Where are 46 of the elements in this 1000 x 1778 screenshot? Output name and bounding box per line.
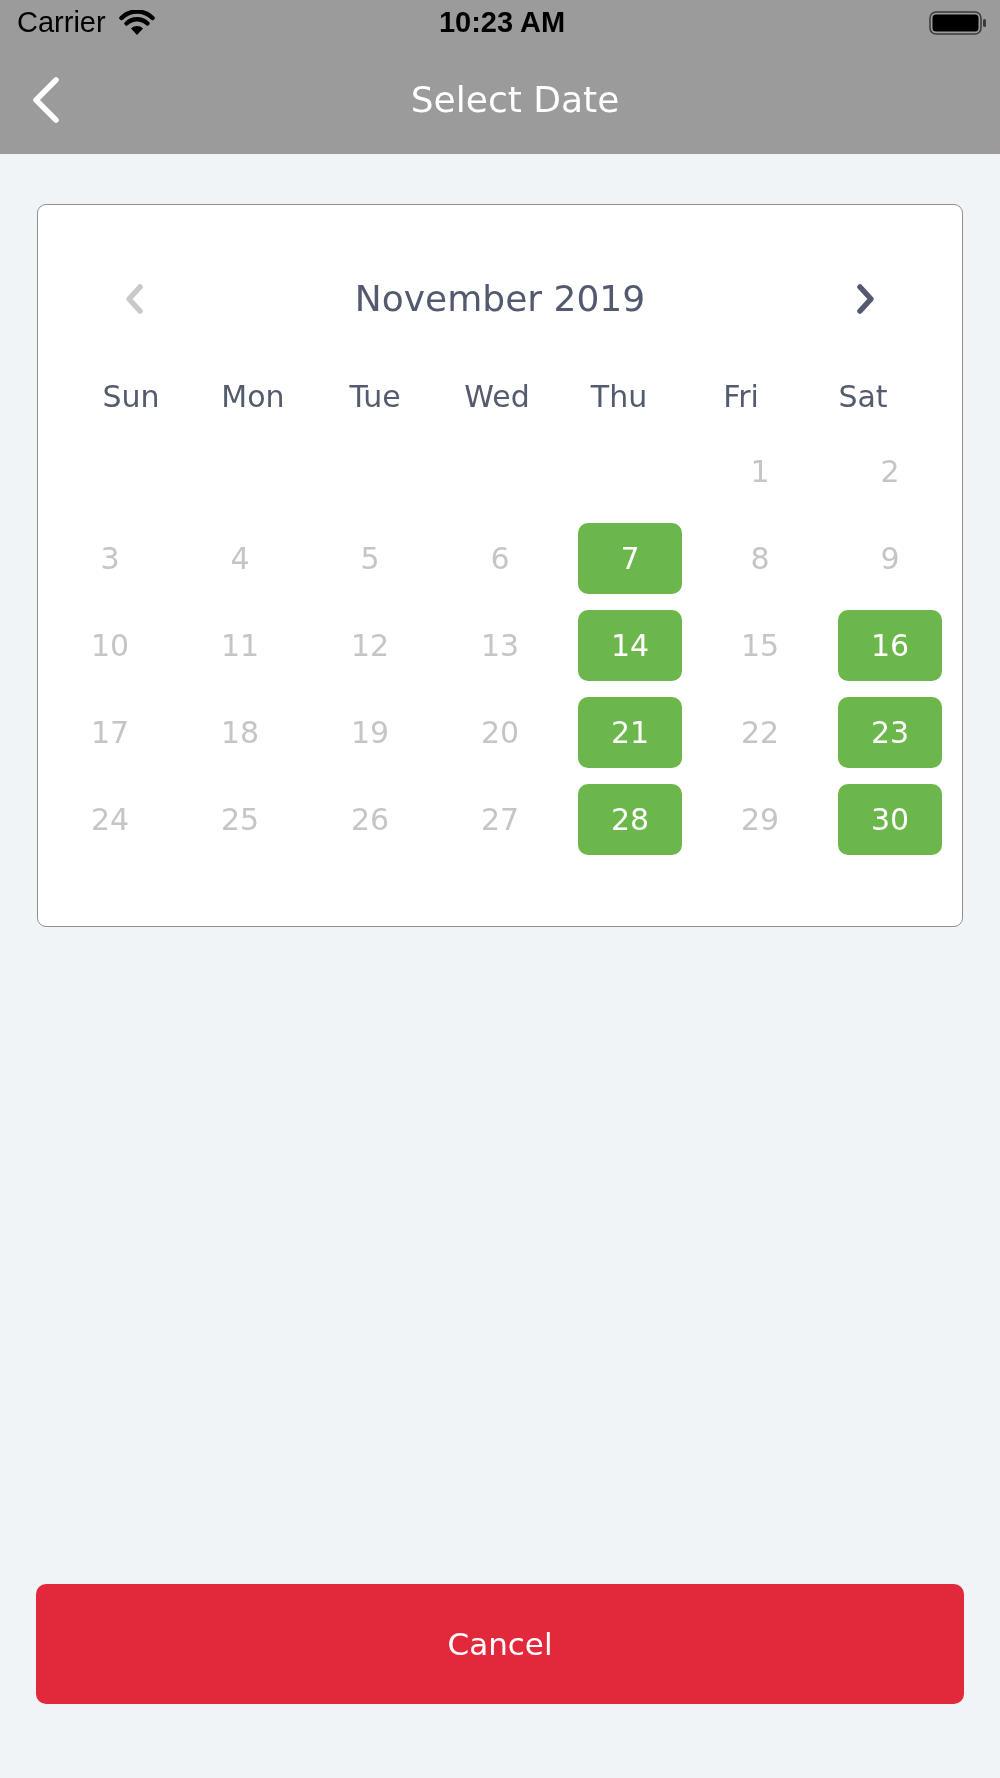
calendar-day: 5 <box>360 540 380 577</box>
calendar-day: 25 <box>220 801 260 838</box>
weekday-label: Thu <box>590 379 648 415</box>
cancel-button[interactable]: Cancel <box>36 1584 964 1704</box>
weekday-label: Sat <box>838 379 888 415</box>
calendar-day: 12 <box>350 627 390 664</box>
calendar-day: 11 <box>220 627 260 664</box>
calendar-day[interactable]: 7 <box>578 523 682 594</box>
calendar-day: 17 <box>90 714 130 751</box>
calendar-day: 10 <box>90 627 130 664</box>
weekday-label: Fri <box>723 379 759 415</box>
calendar-day[interactable]: 14 <box>578 610 682 681</box>
calendar-day: 18 <box>220 714 260 751</box>
battery-icon <box>929 11 987 35</box>
calendar-day: 1 <box>750 453 770 490</box>
weekday-label: Tue <box>349 379 401 415</box>
calendar-day: 8 <box>750 540 770 577</box>
carrier-name: Carrier <box>17 6 106 40</box>
chevron-right-icon[interactable] <box>855 283 877 315</box>
weekday-label: Wed <box>464 379 530 415</box>
calendar-day: 15 <box>740 627 780 664</box>
wifi-icon <box>118 10 155 36</box>
calendar-day: 4 <box>230 540 250 577</box>
calendar-day[interactable]: 30 <box>838 784 942 855</box>
calendar-day[interactable]: 28 <box>578 784 682 855</box>
calendar-day: 20 <box>480 714 520 751</box>
calendar-day: 26 <box>350 801 390 838</box>
back-icon[interactable] <box>30 76 60 124</box>
status-time: 10:23 AM <box>438 6 566 40</box>
calendar-day: 19 <box>350 714 390 751</box>
calendar-day: 3 <box>100 540 120 577</box>
calendar-day: 22 <box>740 714 780 751</box>
calendar-day[interactable]: 16 <box>838 610 942 681</box>
calendar-day[interactable]: 21 <box>578 697 682 768</box>
calendar-day: 13 <box>480 627 520 664</box>
calendar-day: 6 <box>490 540 510 577</box>
calendar-day: 9 <box>880 540 900 577</box>
calendar-day[interactable]: 23 <box>838 697 942 768</box>
weekday-label: Mon <box>221 379 285 415</box>
month-title: November 2019 <box>354 277 646 321</box>
calendar-day: 29 <box>740 801 780 838</box>
weekday-label: Sun <box>102 379 160 415</box>
calendar-day: 27 <box>480 801 520 838</box>
calendar-day: 24 <box>90 801 130 838</box>
calendar-day: 2 <box>880 453 900 490</box>
screen-title: Select Date <box>410 78 620 122</box>
